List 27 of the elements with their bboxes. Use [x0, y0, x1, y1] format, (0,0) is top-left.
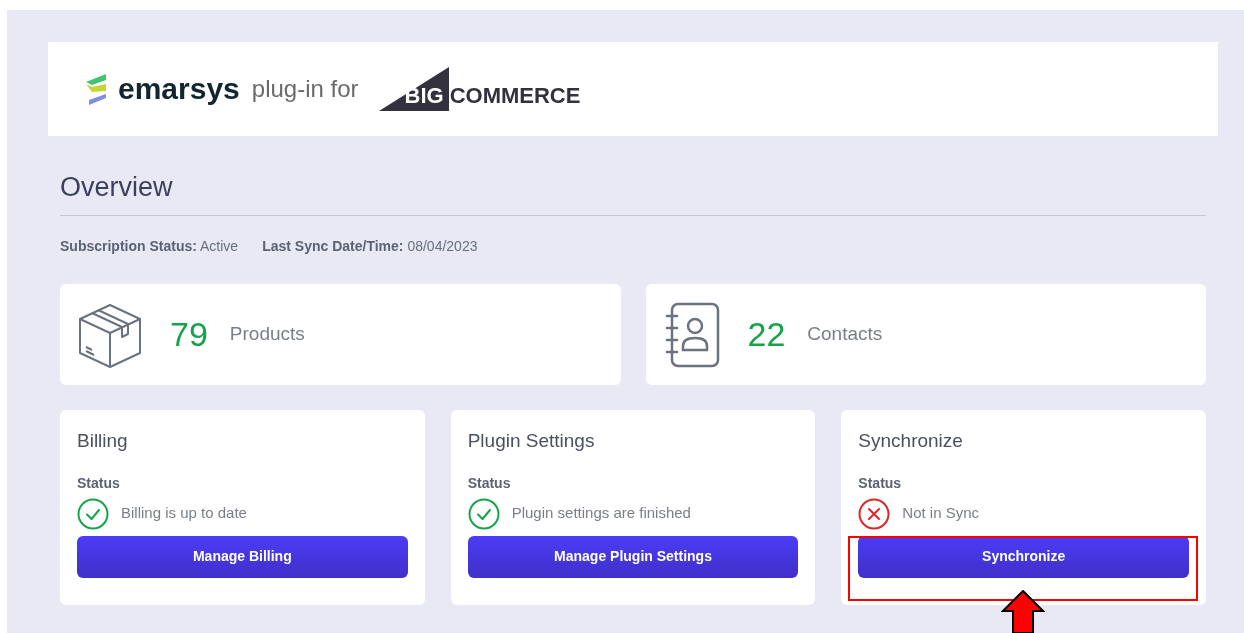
action-button[interactable]: Synchronize [858, 535, 1189, 578]
card-title: Synchronize [858, 429, 964, 453]
status-label: Status [858, 473, 903, 493]
status-label: Status [467, 473, 512, 493]
stat-count: 79 [170, 314, 208, 355]
stat-label: Products [229, 322, 305, 347]
stat-label: Contacts [807, 322, 883, 347]
status-label: Status [77, 473, 121, 493]
brand-name: emarsys [118, 74, 240, 104]
check-circle-icon [77, 497, 109, 530]
meta-text: Last Sync Date/Time: 08/04/2023 [262, 237, 478, 256]
card-title: Plugin Settings [467, 429, 596, 453]
tagline: plug-in for [251, 77, 359, 101]
error-circle-icon [858, 497, 891, 530]
address-book-icon [663, 301, 720, 368]
status-text: Not in Sync [902, 503, 980, 524]
overview-title: Overview [60, 174, 174, 201]
meta-text: Subscription Status: Active [60, 237, 239, 256]
card-title: Billing [77, 429, 129, 453]
check-circle-icon [467, 497, 500, 530]
up-arrow-icon [1001, 590, 1046, 633]
action-button[interactable]: Manage Billing [77, 535, 408, 578]
stat-count: 22 [747, 314, 786, 355]
status-text: Plugin settings are finished [511, 503, 691, 524]
status-text: Billing is up to date [121, 503, 247, 524]
partner-name: COMMERCE [449, 85, 581, 107]
action-button[interactable]: Manage Plugin Settings [467, 535, 799, 578]
